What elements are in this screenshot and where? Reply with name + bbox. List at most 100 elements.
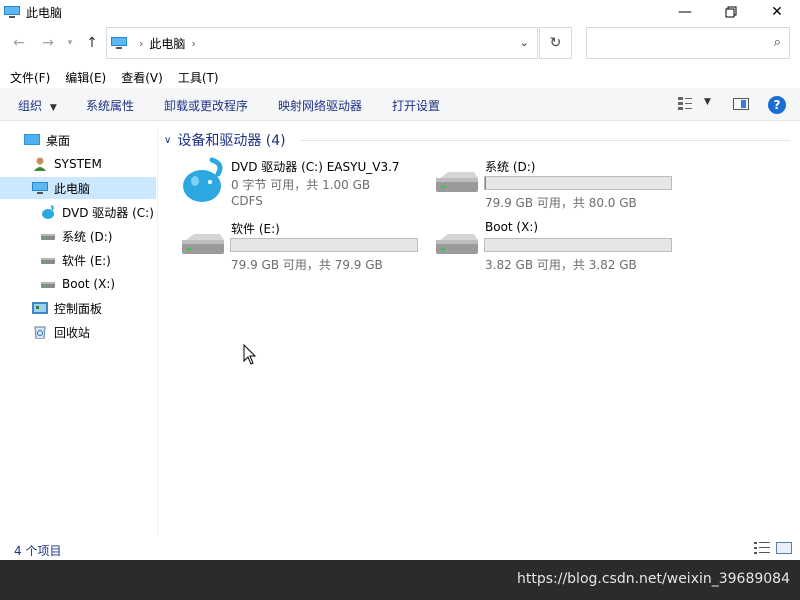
open-settings-button[interactable]: 打开设置 [392,97,440,114]
breadcrumb-this-pc[interactable]: 此电脑 [149,35,185,52]
mouse-cursor-icon [243,344,257,365]
address-bar[interactable]: › 此电脑 › ⌄ [106,27,538,59]
computer-icon [32,182,48,194]
group-title: 设备和驱动器 (4) [177,133,286,149]
chevron-down-icon[interactable]: ▼ [704,97,711,107]
preview-pane-icon[interactable] [733,98,749,110]
group-divider [300,140,790,141]
item-count: 4 个项目 [14,544,62,558]
sidebar-item-desktop[interactable]: 桌面 [0,129,156,151]
dvd-drive-icon [183,157,223,202]
desktop-icon [24,134,40,145]
menu-edit[interactable]: 编辑(E) [60,69,111,86]
organize-label: 组织 [18,99,43,113]
status-bar: 4 个项目 [0,538,800,560]
chevron-down-icon: ▼ [49,103,57,113]
minimize-button[interactable]: — [662,0,708,24]
usage-bar [484,176,672,190]
menu-view[interactable]: 查看(V) [116,69,168,86]
map-network-drive-button[interactable]: 映射网络驱动器 [278,97,362,114]
hard-drive-icon [436,172,478,192]
chevron-right-icon[interactable]: › [191,37,195,50]
sidebar-item-label: 桌面 [46,133,71,148]
hard-drive-icon [41,258,55,264]
drive-name: Boot (X:) [485,220,539,234]
sidebar-item-this-pc[interactable]: 此电脑 [0,177,156,199]
menu-tools[interactable]: 工具(T) [173,69,224,86]
uninstall-program-button[interactable]: 卸载或更改程序 [164,97,248,114]
chevron-right-icon[interactable]: › [139,37,143,50]
sidebar-item-label: SYSTEM [54,157,102,171]
organize-button[interactable]: 组织 ▼ [18,97,57,114]
drive-space: 0 字节 可用，共 1.00 GB [231,178,371,192]
navigation-pane: 桌面 SYSTEM 此电脑 DVD 驱动器 (C:) E 系统 (D:) 软件 … [0,126,158,535]
taskbar: https://blog.csdn.net/weixin_39689084 [0,560,800,600]
up-button[interactable]: ↑ [82,33,102,53]
usage-bar [484,238,672,252]
help-icon[interactable]: ? [768,96,786,114]
arrow-right-icon: → [42,35,54,51]
sidebar-item-label: 此电脑 [54,181,91,196]
hard-drive-icon [41,282,55,288]
back-button[interactable]: ← [9,33,29,53]
close-button[interactable]: ✕ [754,0,800,24]
drive-space: 79.9 GB 可用，共 79.9 GB [231,258,383,272]
recent-locations-button[interactable]: ▾ [64,33,76,53]
drive-space: 79.9 GB 可用，共 80.0 GB [485,196,637,210]
chevron-down-icon: ∨ [164,134,172,146]
drive-tile-e[interactable]: 软件 (E:) 79.9 GB 可用，共 79.9 GB [180,218,430,276]
sidebar-item-drive-x[interactable]: Boot (X:) [0,273,156,295]
details-view-icon[interactable] [754,542,770,554]
sidebar-item-label: 回收站 [54,325,91,340]
refresh-button[interactable]: ↻ [539,27,572,59]
drive-tile-x[interactable]: Boot (X:) 3.82 GB 可用，共 3.82 GB [434,218,684,276]
search-icon: ⌕ [773,35,781,50]
computer-icon [111,37,127,49]
minimize-icon: — [678,4,692,20]
sidebar-item-label: 系统 (D:) [62,229,113,244]
sidebar-item-dvd-drive[interactable]: DVD 驱动器 (C:) E [0,201,156,223]
title-bar: 此电脑 — ✕ [0,0,800,24]
sidebar-item-recycle-bin[interactable]: 回收站 [0,321,156,343]
menu-bar: 文件(F) 编辑(E) 查看(V) 工具(T) [0,67,800,88]
user-icon [34,157,46,171]
arrow-up-icon: ↑ [86,35,98,51]
sidebar-item-control-panel[interactable]: 控制面板 [0,297,156,319]
sidebar-item-system-user[interactable]: SYSTEM [0,153,156,175]
computer-icon [4,6,20,18]
arrow-left-icon: ← [13,35,25,51]
sidebar-item-label: Boot (X:) [62,277,116,291]
forward-button[interactable]: → [38,33,58,53]
hard-drive-icon [436,234,478,254]
system-properties-button[interactable]: 系统属性 [86,97,134,114]
recycle-bin-icon [34,326,46,339]
window-title: 此电脑 [26,5,63,20]
drive-filesystem: CDFS [231,194,263,208]
address-row: ← → ▾ ↑ › 此电脑 › ⌄ ↻ ⌕ [0,27,800,61]
drive-tile-d[interactable]: 系统 (D:) 79.9 GB 可用，共 80.0 GB [434,156,684,214]
drive-name: DVD 驱动器 (C:) EASYU_V3.7 [231,160,400,174]
dvd-drive-icon [42,205,54,219]
view-options-icon[interactable] [678,97,692,111]
drive-tile-dvd[interactable]: DVD 驱动器 (C:) EASYU_V3.7 0 字节 可用，共 1.00 G… [180,156,430,214]
sidebar-item-drive-d[interactable]: 系统 (D:) [0,225,156,247]
sidebar-item-label: 软件 (E:) [62,253,111,268]
hard-drive-icon [182,234,224,254]
large-icons-view-icon[interactable] [776,542,792,554]
refresh-icon: ↻ [549,35,562,51]
sidebar-item-drive-e[interactable]: 软件 (E:) [0,249,156,271]
hard-drive-icon [41,234,55,240]
sidebar-item-label: DVD 驱动器 (C:) E [62,205,156,220]
group-header-devices[interactable]: ∨ 设备和驱动器 (4) [164,130,286,150]
drive-space: 3.82 GB 可用，共 3.82 GB [485,258,637,272]
sidebar-item-label: 控制面板 [54,301,103,316]
maximize-icon [725,6,737,18]
maximize-button[interactable] [708,0,754,24]
menu-file[interactable]: 文件(F) [5,69,55,86]
address-dropdown-icon[interactable]: ⌄ [520,36,529,49]
search-input[interactable]: ⌕ [586,27,790,59]
chevron-down-icon: ▾ [67,38,73,48]
watermark-text: https://blog.csdn.net/weixin_39689084 [516,571,790,587]
usage-bar [230,238,418,252]
close-icon: ✕ [771,4,783,20]
